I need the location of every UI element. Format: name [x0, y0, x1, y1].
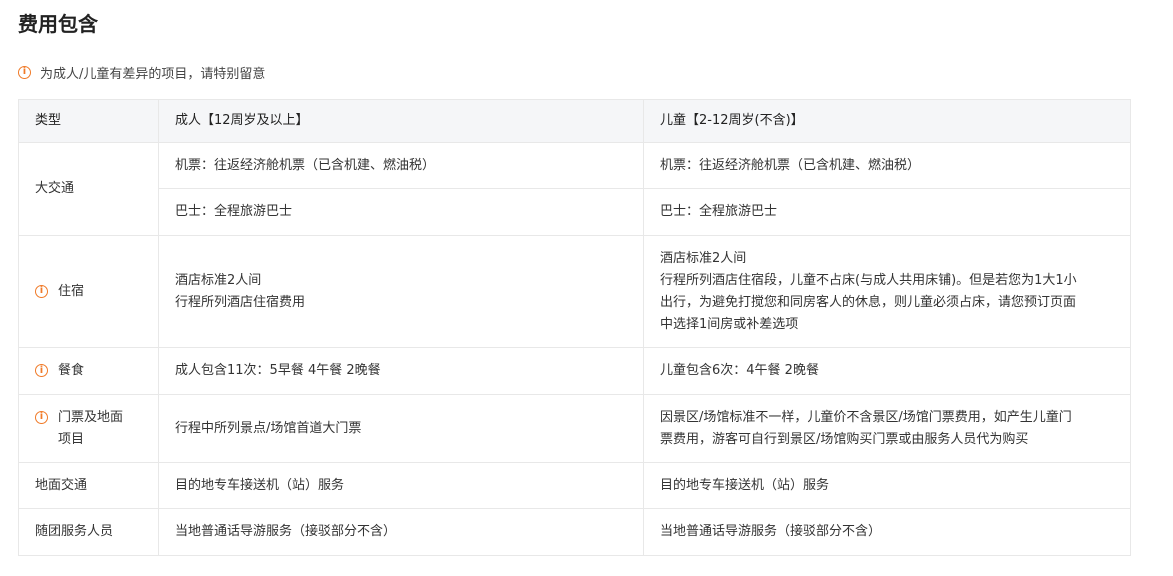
type-staff: 随团服务人员	[18, 508, 159, 556]
cell-child-meals: 儿童包含6次：4午餐 2晚餐	[643, 347, 1131, 395]
child-tickets-line: 票费用，游客可自行到景区/场馆购买门票或由服务人员代为购买	[660, 431, 1029, 447]
table-row-staff: 随团服务人员 当地普通话导游服务（接驳部分不含） 当地普通话导游服务（接驳部分不…	[18, 508, 1131, 556]
cell-child-flight: 机票：往返经济舱机票（已含机建、燃油税）	[643, 142, 1131, 189]
type-lodging: 住宿	[58, 283, 85, 299]
info-circle-icon: i	[35, 410, 48, 424]
type-tickets-line: 项目	[58, 431, 85, 447]
type-meals: 餐食	[58, 363, 85, 378]
child-lodging-line: 出行，为避免打搅您和同房客人的休息，则儿童必须占床，请您预订页面	[660, 294, 1077, 310]
info-circle-icon: i	[35, 364, 48, 377]
type-tickets-line: 门票及地面	[58, 409, 124, 425]
table-row-lodging: i 住宿 酒店标准2人间 行程所列酒店住宿费用 酒店标准2人间 行程所列酒店住宿…	[18, 235, 1131, 348]
cell-child-lodging: 酒店标准2人间 行程所列酒店住宿段，儿童不占床(与成人共用床铺)。但是若您为1大…	[643, 235, 1131, 348]
table-header-row: 类型 成人【12周岁及以上】 儿童【2-12周岁(不含)】	[18, 99, 1131, 143]
cell-child-staff: 当地普通话导游服务（接驳部分不含）	[643, 508, 1131, 556]
type-lodging-cell: i 住宿	[18, 235, 159, 348]
type-tickets-cell: i 门票及地面 项目	[18, 394, 159, 463]
child-lodging-line: 酒店标准2人间	[660, 250, 747, 266]
header-type: 类型	[18, 99, 159, 143]
header-child: 儿童【2-12周岁(不含)】	[643, 99, 1131, 143]
table-row-ground: 地面交通 目的地专车接送机（站）服务 目的地专车接送机（站）服务	[18, 462, 1131, 509]
type-ground: 地面交通	[18, 462, 159, 509]
type-tickets: 门票及地面 项目	[58, 407, 123, 451]
type-transport: 大交通	[18, 142, 159, 236]
cell-adult-tickets: 行程中所列景点/场馆首道大门票	[158, 394, 644, 463]
table-row-tickets: i 门票及地面 项目 行程中所列景点/场馆首道大门票 因景区/场馆标准不一样，儿…	[18, 394, 1131, 463]
notice-text: 为成人/儿童有差异的项目，请特别留意	[40, 66, 266, 82]
cell-child-bus: 巴士：全程旅游巴士	[643, 188, 1131, 236]
difference-notice: i 为成人/儿童有差异的项目，请特别留意	[18, 61, 265, 83]
adult-lodging-line: 行程所列酒店住宿费用	[175, 294, 306, 310]
child-tickets-line: 因景区/场馆标准不一样，儿童价不含景区/场馆门票费用，如产生儿童门	[660, 409, 1072, 425]
cell-adult-staff: 当地普通话导游服务（接驳部分不含）	[158, 508, 644, 556]
child-lodging-line: 行程所列酒店住宿段，儿童不占床(与成人共用床铺)。但是若您为1大1小	[660, 272, 1077, 288]
cell-adult-bus: 巴士：全程旅游巴士	[158, 188, 644, 236]
adult-lodging-line: 酒店标准2人间	[175, 272, 262, 288]
cell-adult-lodging: 酒店标准2人间 行程所列酒店住宿费用	[158, 235, 644, 348]
table-row-transport-flight: 大交通 机票：往返经济舱机票（已含机建、燃油税） 机票：往返经济舱机票（已含机建…	[18, 142, 1131, 236]
header-adult: 成人【12周岁及以上】	[158, 99, 644, 143]
cell-child-tickets: 因景区/场馆标准不一样，儿童价不含景区/场馆门票费用，如产生儿童门 票费用，游客…	[643, 394, 1131, 463]
cell-adult-ground: 目的地专车接送机（站）服务	[158, 462, 644, 509]
table-row-transport-bus: 巴士：全程旅游巴士 巴士：全程旅游巴士	[19, 188, 1131, 236]
info-circle-icon: i	[18, 65, 31, 79]
cell-child-ground: 目的地专车接送机（站）服务	[643, 462, 1131, 509]
section-title: 费用包含	[18, 12, 98, 36]
info-circle-icon: i	[35, 284, 48, 298]
type-meals-cell: i 餐食	[18, 347, 159, 395]
cell-adult-flight: 机票：往返经济舱机票（已含机建、燃油税）	[158, 142, 644, 189]
fee-inclusion-table: 类型 成人【12周岁及以上】 儿童【2-12周岁(不含)】 大交通 机票：往返经…	[18, 99, 1131, 556]
cell-adult-meals: 成人包含11次：5早餐 4午餐 2晚餐	[158, 347, 644, 395]
table-row-meals: i 餐食 成人包含11次：5早餐 4午餐 2晚餐 儿童包含6次：4午餐 2晚餐	[18, 347, 1131, 395]
child-lodging-line: 中选择1间房或补差选项	[660, 316, 799, 332]
